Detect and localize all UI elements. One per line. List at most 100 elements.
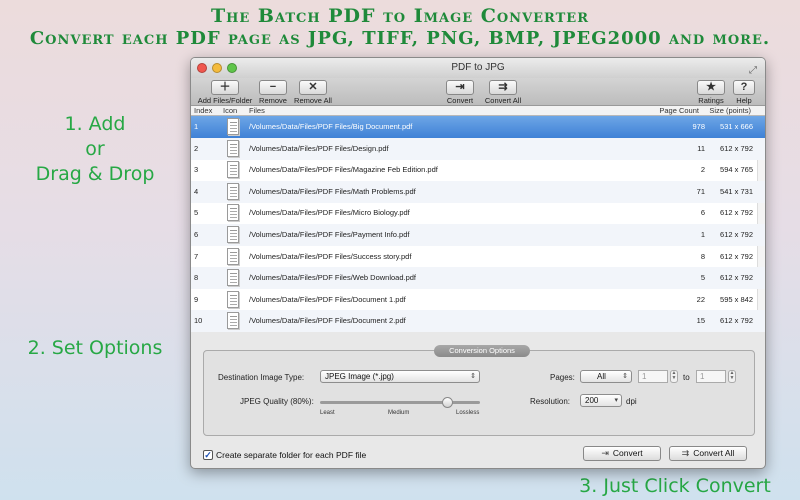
- ratings-button[interactable]: ★ Ratings: [695, 80, 727, 105]
- add-files-button[interactable]: ＋ Add Files/Folder: [195, 80, 255, 105]
- step-add-line3: Drag & Drop: [35, 163, 155, 185]
- row-page-count: 2: [700, 165, 705, 175]
- convert-toolbar-label: Convert: [446, 96, 474, 105]
- resolution-combo[interactable]: 200 ▾: [580, 394, 622, 407]
- row-page-count: 71: [696, 186, 705, 196]
- convert-button[interactable]: ⇥ Convert: [583, 446, 661, 461]
- remove-label: Remove: [259, 96, 287, 105]
- row-size: 612 x 792: [720, 251, 753, 261]
- convert-button-label: Convert: [612, 448, 643, 458]
- help-label: Help: [736, 96, 752, 105]
- pages-select[interactable]: All ⇕: [580, 370, 632, 383]
- help-button[interactable]: ? Help: [731, 80, 757, 105]
- plus-icon: ＋: [211, 80, 239, 95]
- table-row[interactable]: 8/Volumes/Data/Files/PDF Files/Web Downl…: [191, 267, 765, 290]
- table-row[interactable]: 5/Volumes/Data/Files/PDF Files/Micro Bio…: [191, 202, 765, 224]
- row-file-path: /Volumes/Data/Files/PDF Files/Magazine F…: [249, 165, 438, 175]
- row-size: 612 x 792: [720, 230, 753, 239]
- updown-icon: ⇕: [622, 373, 628, 380]
- row-size: 612 x 792: [720, 208, 753, 218]
- convert-all-button-label: Convert All: [693, 448, 735, 458]
- row-file-path: /Volumes/Data/Files/PDF Files/Payment In…: [249, 230, 410, 239]
- updown-icon: ⇕: [470, 373, 476, 380]
- step-options: 2. Set Options: [27, 337, 163, 359]
- minimize-window-button[interactable]: [212, 63, 222, 73]
- table-row[interactable]: 2/Volumes/Data/Files/PDF Files/Design.pd…: [191, 137, 765, 160]
- col-icon[interactable]: Icon: [223, 106, 237, 116]
- row-page-count: 15: [696, 316, 705, 326]
- remove-all-button[interactable]: ✕ Remove All: [291, 80, 335, 105]
- row-size: 612 x 792: [720, 143, 753, 153]
- row-index: 8: [194, 273, 199, 283]
- pdf-thumbnail-icon: [227, 182, 239, 200]
- row-size: 612 x 792: [720, 316, 753, 326]
- page-from-stepper[interactable]: ▲ ▼: [670, 370, 678, 383]
- row-file-path: /Volumes/Data/Files/PDF Files/Big Docume…: [249, 122, 413, 131]
- convert-all-toolbar-button[interactable]: ⇉ Convert All: [481, 80, 525, 105]
- add-files-label: Add Files/Folder: [197, 96, 253, 105]
- close-window-button[interactable]: [197, 63, 207, 73]
- row-file-path: /Volumes/Data/Files/PDF Files/Micro Biol…: [249, 208, 410, 218]
- row-file-path: /Volumes/Data/Files/PDF Files/Math Probl…: [249, 186, 416, 196]
- toolbar: ＋ Add Files/Folder − Remove ✕ Remove All…: [191, 78, 765, 106]
- convert-all-button[interactable]: ⇉ Convert All: [669, 446, 747, 461]
- pdf-thumbnail-icon: [227, 118, 239, 135]
- separate-folder-checkbox[interactable]: ✓: [203, 450, 213, 460]
- dest-type-select[interactable]: JPEG Image (*.jpg) ⇕: [320, 370, 480, 383]
- star-icon: ★: [697, 80, 725, 95]
- titlebar: PDF to JPG ⤢: [191, 58, 765, 78]
- table-row[interactable]: 3/Volumes/Data/Files/PDF Files/Magazine …: [191, 159, 765, 181]
- row-file-path: /Volumes/Data/Files/PDF Files/Document 1…: [249, 294, 406, 304]
- table-row[interactable]: 9/Volumes/Data/Files/PDF Files/Document …: [191, 289, 765, 311]
- col-size[interactable]: Size (points): [709, 106, 751, 116]
- row-page-count: 8: [700, 251, 705, 261]
- page-to-stepper[interactable]: ▲ ▼: [728, 370, 736, 383]
- resolution-label: Resolution:: [530, 397, 571, 406]
- step-convert: 3. Just Click Convert: [579, 475, 771, 497]
- remove-button[interactable]: − Remove: [257, 80, 289, 105]
- table-row[interactable]: 10/Volumes/Data/Files/PDF Files/Document…: [191, 310, 765, 332]
- table-row[interactable]: 4/Volumes/Data/Files/PDF Files/Math Prob…: [191, 180, 765, 203]
- window-controls: [197, 63, 237, 73]
- row-index: 1: [194, 122, 199, 131]
- separate-folder-label: Create separate folder for each PDF file: [216, 450, 367, 460]
- row-size: 541 x 731: [720, 186, 753, 196]
- bottom-bar: ✓ Create separate folder for each PDF fi…: [191, 442, 765, 468]
- page-from-field[interactable]: 1: [638, 370, 668, 383]
- row-index: 9: [194, 294, 199, 304]
- quality-slider-track[interactable]: [320, 401, 480, 404]
- slider-least-label: Least: [320, 410, 335, 416]
- row-index: 4: [194, 186, 199, 196]
- col-index[interactable]: Index: [194, 106, 212, 116]
- convert-toolbar-button[interactable]: ⇥ Convert: [443, 80, 477, 105]
- page-to-label: to: [683, 373, 690, 382]
- table-row[interactable]: 7/Volumes/Data/Files/PDF Files/Success s…: [191, 246, 765, 268]
- dropdown-arrow-icon: ▾: [614, 397, 618, 404]
- quality-slider-thumb[interactable]: [442, 397, 453, 408]
- row-size: 595 x 842: [720, 294, 753, 304]
- pdf-thumbnail-icon: [227, 226, 239, 243]
- pdf-thumbnail-icon: [227, 269, 239, 287]
- window-title: PDF to JPG: [451, 62, 505, 73]
- zoom-window-button[interactable]: [227, 63, 237, 73]
- quality-label: JPEG Quality (80%):: [240, 397, 314, 406]
- convert-all-arrow-icon: ⇉: [489, 80, 517, 95]
- row-page-count: 5: [700, 273, 705, 283]
- table-row[interactable]: 1/Volumes/Data/Files/PDF Files/Big Docum…: [191, 116, 765, 138]
- row-index: 7: [194, 251, 199, 261]
- pages-label: Pages:: [550, 373, 575, 382]
- col-page-count[interactable]: Page Count: [659, 106, 699, 116]
- row-page-count: 6: [700, 208, 705, 218]
- row-file-path: /Volumes/Data/Files/PDF Files/Design.pdf: [249, 143, 389, 153]
- col-files[interactable]: Files: [249, 106, 265, 116]
- ratings-label: Ratings: [698, 96, 724, 105]
- convert-arrow-icon: ⇥: [601, 448, 609, 458]
- headline-title: The Batch PDF to Image Converter: [210, 5, 590, 27]
- row-page-count: 978: [692, 122, 705, 131]
- remove-all-label: Remove All: [294, 96, 332, 105]
- page-to-field[interactable]: 1: [696, 370, 726, 383]
- step-add: 1. Add or Drag & Drop: [20, 112, 170, 187]
- dest-type-value: JPEG Image (*.jpg): [325, 372, 394, 381]
- file-table[interactable]: 1/Volumes/Data/Files/PDF Files/Big Docum…: [191, 116, 765, 332]
- table-row[interactable]: 6/Volumes/Data/Files/PDF Files/Payment I…: [191, 224, 765, 246]
